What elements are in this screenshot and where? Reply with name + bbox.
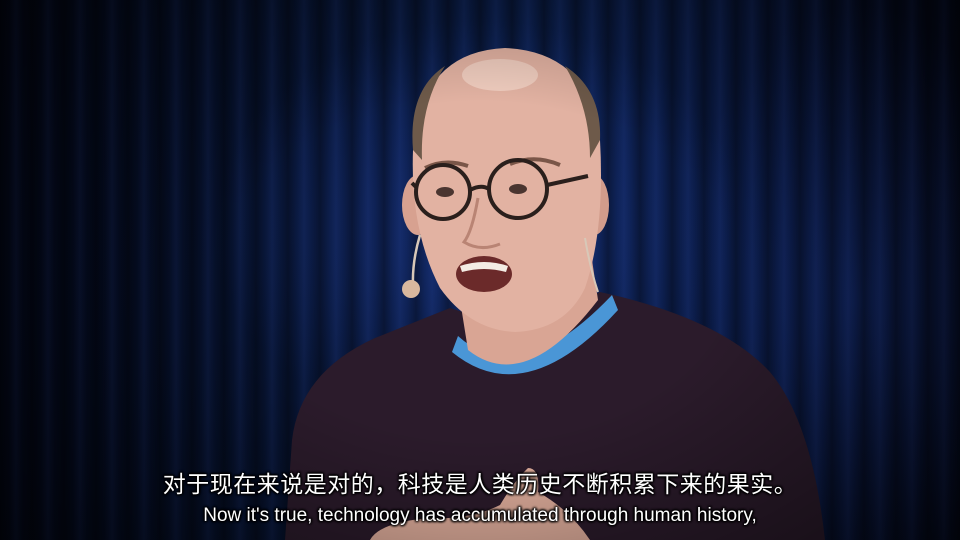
video-vignette <box>0 0 960 540</box>
video-frame: 对于现在来说是对的，科技是人类历史不断积累下来的果实。 Now it's tru… <box>0 0 960 540</box>
subtitle-chinese: 对于现在来说是对的，科技是人类历史不断积累下来的果实。 <box>162 472 798 498</box>
subtitle-english: Now it's true, technology has accumulate… <box>203 505 757 526</box>
